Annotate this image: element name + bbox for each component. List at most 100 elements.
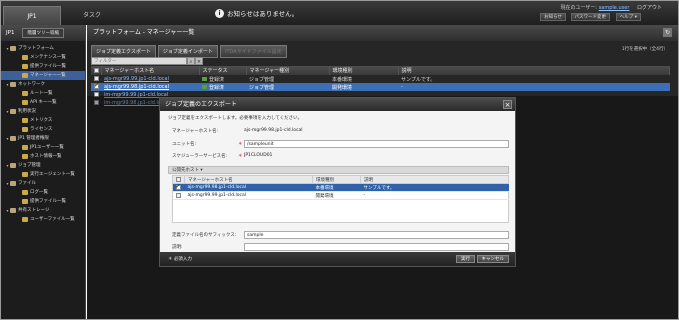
dest-col-host[interactable]: マネージャーホスト名 [184, 175, 313, 184]
main-title-bar: プラットフォーム - マネージャー一覧 ↻ [87, 25, 678, 41]
row-checkbox-cell[interactable] [172, 191, 185, 200]
dest-col-desc[interactable]: 説明 [360, 175, 509, 184]
sidebar-item[interactable]: 実行エージェント一覧 [1, 170, 85, 179]
sidebar-item-label: ユーザーファイル一覧 [30, 217, 75, 222]
sidebar-item[interactable]: ルート一覧 [1, 89, 85, 98]
sidebar-item-label: ジョブ管理 [18, 163, 41, 168]
col-desc[interactable]: 説明 [398, 66, 670, 75]
tab-task[interactable]: タスク [61, 6, 123, 25]
status-text: 登録済 [209, 76, 225, 83]
dest-col-env[interactable]: 環境種別 [312, 175, 361, 184]
row-checkbox-cell[interactable] [172, 183, 185, 192]
sidebar-item[interactable]: ライセンス [1, 125, 85, 134]
sidebar-item[interactable]: ▾ ジョブ管理 [1, 161, 85, 170]
row-checkbox[interactable] [175, 183, 181, 190]
suffix-input[interactable]: sample [244, 231, 509, 239]
required-note: ＊ 必須入力 [168, 257, 192, 262]
row-checkbox-cell[interactable] [91, 82, 101, 91]
folder-icon [10, 163, 16, 168]
dest-desc-cell: サンプルです。 [360, 183, 509, 192]
tab-jp1[interactable]: JP1 [3, 6, 61, 25]
status-cell: 登録済 [199, 75, 246, 83]
dialog-footer: ＊ 必須入力 実行 キャンセル [160, 252, 515, 266]
service-value: JP1CLOUD01 [244, 153, 273, 158]
sidebar-item[interactable]: ▾ 共有ストレージ [1, 206, 85, 215]
cancel-button[interactable]: キャンセル [476, 255, 509, 263]
table-row[interactable]: ajs-mgr99.99.jp1-cld.local 登録済 ジョブ管理 本番環境 サン… [91, 75, 670, 83]
sidebar-item[interactable]: ユーザーファイル一覧 [1, 215, 85, 224]
clear-icon[interactable]: × [195, 57, 203, 65]
dialog-title-bar: ジョブ定義のエクスポート × [160, 98, 515, 111]
user-name-link[interactable]: sample.user [599, 5, 630, 11]
host-value: ajs-mgr99.98.jp1-cld.local [244, 128, 303, 133]
user-prefix: 現在のユーザー: [560, 5, 598, 11]
dest-env-cell: 開発環境 [312, 191, 361, 200]
search-icon[interactable]: ⌕ [187, 57, 195, 65]
select-all-header[interactable] [91, 66, 102, 75]
row-checkbox[interactable] [94, 82, 99, 89]
sidebar-item[interactable]: ログ一覧 [1, 188, 85, 197]
dest-host-cell: ajs-mgr99.99.jp1-cld.local [184, 191, 313, 200]
status-text: 登録済 [209, 84, 225, 91]
host-cell: ajs-mgr99.98.jp1-cld.local [101, 83, 199, 91]
unit-name-input[interactable]: /sampleunit [244, 140, 509, 148]
sidebar-item-label: ライセンス [30, 127, 53, 132]
notice-text: お知らせはありません。 [227, 10, 299, 18]
suffix-label: 定義ファイル名のサフィックス: [172, 233, 237, 238]
row-checkbox[interactable] [94, 76, 99, 81]
host-link[interactable]: ajs-mgr99.98.jp1-cld.local [104, 84, 169, 90]
side-file-settings-button[interactable]: ITDAサイドファイル設定 [219, 45, 287, 58]
sidebar-item-label: ルート一覧 [30, 91, 53, 96]
sidebar-item[interactable]: ▾ ネットワーク [1, 80, 85, 89]
sidebar-item[interactable]: ▾ 利用状況 [1, 107, 85, 116]
collapse-tree-button[interactable]: 階層ツリー収縮 [22, 28, 64, 38]
filter-input[interactable]: フィルター [91, 57, 187, 65]
desc-input[interactable] [244, 243, 509, 251]
sidebar-item[interactable]: 提供ファイル一覧 [1, 197, 85, 206]
sidebar-item[interactable]: ▾ JP1 管理者権限 [1, 134, 85, 143]
refresh-icon[interactable]: ↻ [663, 28, 672, 37]
sidebar-item[interactable]: メンテナンス一覧 [1, 53, 85, 62]
sidebar-item[interactable]: メトリクス [1, 116, 85, 125]
sidebar-item[interactable]: JP1ユーザー一覧 [1, 143, 85, 152]
sidebar-item[interactable]: 提供ファイル一覧 [1, 62, 85, 71]
col-host[interactable]: マネージャーホスト名 [101, 66, 200, 75]
col-status[interactable]: ステータス [199, 66, 247, 75]
sidebar: JP1 階層ツリー収縮 ▾ プラットフォーム メンテナンス一覧 提供ファイル一覧 マネー… [1, 25, 86, 319]
sidebar-item-label: ホスト情報一覧 [30, 154, 62, 159]
col-type[interactable]: マネージャー種別 [246, 66, 330, 75]
sidebar-item-label: JP1 管理者権限 [18, 136, 49, 141]
sidebar-item[interactable]: API キー一覧 [1, 98, 85, 107]
run-button[interactable]: 実行 [456, 255, 475, 263]
sidebar-item-label: 利用状況 [18, 109, 36, 114]
folder-icon [10, 46, 16, 51]
table-row[interactable]: ajs-mgr99.98.jp1-cld.local 登録済 ジョブ管理開発環境- [91, 82, 670, 91]
close-icon[interactable]: × [503, 100, 512, 109]
desc-cell: サンプルです。 [401, 76, 436, 83]
password-change-button[interactable]: パスワード変更 [570, 13, 610, 21]
destination-hosts-section[interactable]: 公開先ホスト ▾ [168, 166, 509, 174]
logout-link[interactable]: ログアウト [637, 5, 662, 11]
help-menu-button[interactable]: ヘルプ ▾ [615, 13, 641, 21]
sidebar-item[interactable]: マネージャー一覧 [1, 71, 85, 80]
notice-button[interactable]: お知らせ [540, 13, 566, 21]
select-all-checkbox[interactable] [94, 67, 99, 73]
page-icon [22, 100, 28, 105]
sidebar-item[interactable]: ▾ プラットフォーム [1, 44, 85, 53]
page-icon [22, 190, 28, 195]
dest-select-all-checkbox[interactable] [176, 176, 181, 182]
col-env[interactable]: 環境種別 [329, 66, 399, 75]
page-icon [22, 118, 28, 123]
host-label: マネージャーホスト名: [172, 129, 219, 134]
host-link[interactable]: ajs-mgr99.99.jp1-cld.local [104, 76, 169, 82]
row-checkbox[interactable] [175, 192, 181, 198]
sidebar-header: JP1 階層ツリー収縮 [1, 25, 85, 41]
table-row[interactable]: ajs-mgr99.98.jp1-cld.local本番環境サンプルです。 [172, 183, 509, 192]
sidebar-item-label: マネージャー一覧 [30, 73, 66, 78]
table-row[interactable]: ajs-mgr99.99.jp1-cld.local 開発環境 - [172, 191, 509, 200]
sidebar-item[interactable]: ▾ ファイル [1, 179, 85, 188]
destination-hosts-table: マネージャーホスト名 環境種別 説明 ajs-mgr99.98.jp1-cld.… [172, 175, 509, 200]
sidebar-item-label: ログ一覧 [30, 190, 48, 195]
sidebar-item-label: 提供ファイル一覧 [30, 199, 66, 204]
sidebar-item[interactable]: ホスト情報一覧 [1, 152, 85, 161]
